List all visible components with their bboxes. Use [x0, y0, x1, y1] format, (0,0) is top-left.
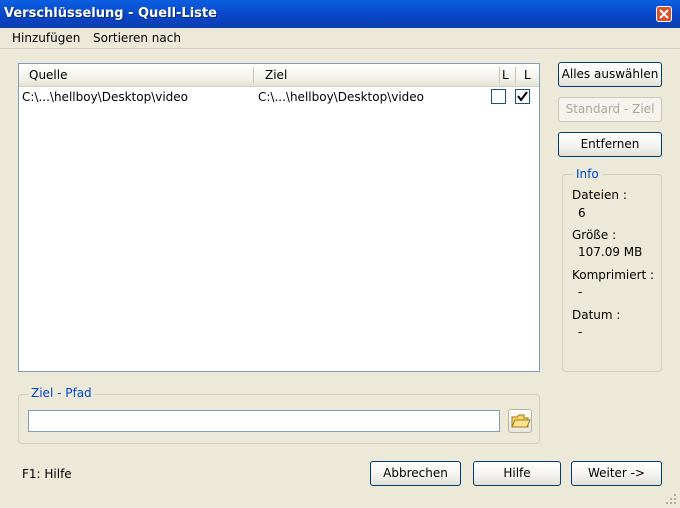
- column-header-target[interactable]: Ziel: [255, 64, 499, 86]
- select-all-button[interactable]: Alles auswählen: [558, 62, 662, 87]
- column-header-l2[interactable]: L: [521, 64, 539, 86]
- checkmark-icon: [517, 91, 528, 102]
- checkbox-l1[interactable]: [491, 89, 506, 104]
- size-label: Größe :: [572, 228, 617, 242]
- column-separator[interactable]: [253, 67, 254, 83]
- column-header-source[interactable]: Quelle: [19, 64, 253, 86]
- size-value: 107.09 MB: [578, 245, 643, 259]
- next-button[interactable]: Weiter ->: [571, 461, 662, 486]
- table-row[interactable]: C:\...\hellboy\Desktop\video C:\...\hell…: [19, 88, 539, 106]
- menu-sort-by[interactable]: Sortieren nach: [89, 30, 185, 46]
- info-group-title: Info: [573, 167, 602, 181]
- files-label: Dateien :: [572, 188, 627, 202]
- target-path-title: Ziel - Pfad: [28, 386, 95, 400]
- help-button[interactable]: Hilfe: [473, 461, 561, 486]
- default-target-button[interactable]: Standard - Ziel: [558, 97, 662, 122]
- menu-bar: Hinzufügen Sortieren nach: [0, 28, 680, 49]
- list-header: Quelle Ziel L L: [19, 64, 539, 87]
- dialog-window: Verschlüsselung - Quell-Liste Hinzufügen…: [0, 0, 680, 508]
- cell-source: C:\...\hellboy\Desktop\video: [22, 90, 189, 104]
- cancel-button[interactable]: Abbrechen: [370, 461, 461, 486]
- date-value: -: [578, 325, 583, 339]
- resize-grip-icon[interactable]: [665, 493, 677, 505]
- files-value: 6: [578, 206, 586, 220]
- title-bar[interactable]: Verschlüsselung - Quell-Liste: [0, 0, 680, 28]
- column-separator[interactable]: [515, 67, 516, 83]
- compressed-value: -: [578, 285, 583, 299]
- folder-icon: [511, 414, 531, 428]
- menu-add[interactable]: Hinzufügen: [8, 30, 84, 46]
- window-title: Verschlüsselung - Quell-Liste: [4, 6, 217, 21]
- checkbox-l2[interactable]: [515, 89, 530, 104]
- status-help-hint: F1: Hilfe: [22, 467, 72, 481]
- date-label: Datum :: [572, 308, 621, 322]
- close-button[interactable]: [656, 6, 672, 22]
- source-list[interactable]: Quelle Ziel L L C:\...\hellboy\Desktop\v…: [18, 63, 540, 372]
- compressed-label: Komprimiert :: [572, 268, 655, 282]
- browse-folder-button[interactable]: [508, 409, 532, 433]
- cell-target: C:\...\hellboy\Desktop\video: [258, 90, 425, 104]
- column-header-l1[interactable]: L: [499, 64, 519, 86]
- close-icon: [659, 9, 669, 19]
- remove-button[interactable]: Entfernen: [558, 132, 662, 157]
- target-path-input[interactable]: [28, 410, 500, 432]
